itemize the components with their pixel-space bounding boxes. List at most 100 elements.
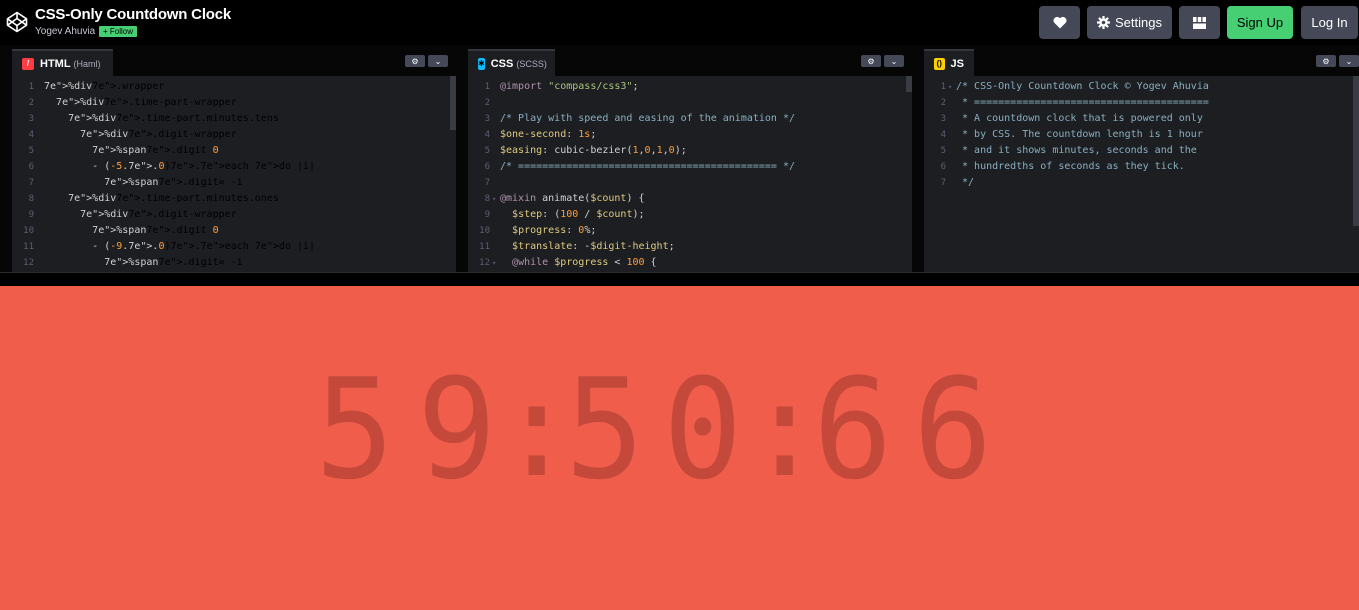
html-code-text: 7e">%span7e">.digit= -i	[104, 257, 243, 268]
js-code-text: */	[956, 177, 975, 188]
js-line-number: 5	[940, 146, 946, 156]
html-editor-panel: / HTML (Haml) ⚙ ⌄ 1 7e">%div7e">.wrapper 2…	[12, 45, 456, 272]
html-code-text: 7e">%div7e">.digit-wrapper	[80, 129, 237, 140]
js-code-line: 7 */	[924, 175, 1359, 191]
css-code-line: 10 $progress: 0%;	[468, 223, 912, 239]
editors-area: / HTML (Haml) ⚙ ⌄ 1 7e">%div7e">.wrapper 2…	[0, 45, 1359, 272]
js-line-number: 3	[940, 114, 946, 124]
log-in-button[interactable]: Log In	[1301, 6, 1358, 39]
css-code-line: 5 $easing: cubic-bezier(1,0,1,0);	[468, 143, 912, 159]
html-code-line: 8 7e">%div7e">.time-part.minutes.ones	[12, 191, 456, 207]
settings-button[interactable]: Settings	[1087, 6, 1172, 39]
html-line-number: 5	[28, 146, 34, 156]
html-code-line: 4 7e">%div7e">.digit-wrapper	[12, 127, 456, 143]
css-code-line: 2	[468, 95, 912, 111]
js-line-number: 2	[940, 98, 946, 108]
codepen-logo-icon[interactable]	[6, 11, 28, 33]
css-code-line: 1 @import "compass/css3";	[468, 79, 912, 95]
js-editor-panel: () JS ⚙ ⌄ 1 ▾ /* CSS-Only Countdown Clock …	[924, 45, 1359, 272]
js-tabbar: () JS ⚙ ⌄	[924, 45, 1359, 76]
result-resize-bar[interactable]	[0, 272, 1359, 286]
js-chevron-down-icon[interactable]: ⌄	[1339, 55, 1359, 67]
html-code-line: 3 7e">%div7e">.time-part.minutes.tens	[12, 111, 456, 127]
follow-button[interactable]: + Follow	[99, 26, 138, 37]
css-code-text: @import "compass/css3";	[500, 81, 639, 92]
css-code-text: $progress: 0%;	[512, 225, 597, 236]
html-line-number: 12	[23, 258, 34, 268]
html-line-number: 2	[28, 98, 34, 108]
html-tabbar: / HTML (Haml) ⚙ ⌄	[12, 45, 456, 76]
js-line-number: 7	[940, 178, 946, 188]
css-tabbar: ✱ CSS (SCSS) ⚙ ⌄	[468, 45, 912, 76]
left-resizer[interactable]	[0, 45, 12, 272]
seconds-tens-digit: 5	[565, 360, 641, 492]
sign-up-button[interactable]: Sign Up	[1227, 6, 1293, 39]
js-line-number: 4	[940, 130, 946, 140]
html-code-area[interactable]: 1 7e">%div7e">.wrapper 2 7e">%div7e">.time…	[12, 76, 456, 272]
css-line-number: 6	[484, 162, 490, 172]
css-line-number: 9	[484, 210, 490, 220]
css-chevron-down-icon[interactable]: ⌄	[884, 55, 904, 67]
js-scrollbar[interactable]	[1353, 76, 1359, 272]
css-code-line: 9 $step: (100 / $count);	[468, 207, 912, 223]
html-code-text: 7e">%div7e">.wrapper	[44, 81, 165, 92]
html-tab-sub: (Haml)	[73, 58, 101, 69]
html-line-number: 8	[28, 194, 34, 204]
js-tab[interactable]: () JS	[924, 49, 974, 76]
html-code-line: 9 7e">%div7e">.digit-wrapper	[12, 207, 456, 223]
css-editor-panel: ✱ CSS (SCSS) ⚙ ⌄ 1 @import "compass/css3"…	[468, 45, 912, 272]
html-code-line: 7 7e">%span7e">.digit= -i	[12, 175, 456, 191]
css-line-number: 2	[484, 98, 490, 108]
js-code-area[interactable]: 1 ▾ /* CSS-Only Countdown Clock © Yogev Ah…	[924, 76, 1359, 272]
css-code-line: 11 $translate: -$digit-height;	[468, 239, 912, 255]
html-lang-icon: /	[22, 57, 34, 70]
minutes-ones-digit: 9	[417, 349, 499, 511]
html-code-text: 7e">%div7e">.time-part.minutes.ones	[68, 193, 279, 204]
html-code-text: 7e">%span7e">.digit= -i	[104, 177, 243, 188]
middle-resizer-2[interactable]	[912, 45, 924, 272]
css-code-area[interactable]: 1 @import "compass/css3"; 2 3 /* Play with s…	[468, 76, 912, 272]
html-code-text: 7e">%span7e">.digit 0	[92, 145, 219, 156]
css-code-text: $step: (100 / $count);	[512, 209, 645, 220]
author-name[interactable]: Yogev Ahuvia	[35, 26, 95, 37]
html-code-text: - (-9.7e">.0)7e">.7e">each 7e">do |i|	[44, 241, 316, 252]
css-line-number: 10	[479, 226, 490, 236]
js-tab-label: JS	[950, 57, 964, 70]
layout-button[interactable]	[1179, 6, 1220, 39]
hundredths-ones-digit: 6	[913, 349, 995, 511]
js-code-text: * ======================================…	[956, 97, 1209, 108]
html-settings-icon[interactable]: ⚙	[405, 55, 425, 67]
html-tab-label: HTML	[40, 57, 71, 70]
html-code-line: 2 7e">%div7e">.time-part-wrapper	[12, 95, 456, 111]
html-code-text: 7e">%div7e">.time-part.minutes.tens	[68, 113, 279, 124]
fold-arrow-icon[interactable]: ▾	[492, 191, 496, 207]
html-chevron-down-icon[interactable]: ⌄	[428, 55, 448, 67]
js-code-text: * by CSS. The countdown length is 1 hour	[956, 129, 1203, 140]
js-code-line: 2 * ====================================…	[924, 95, 1359, 111]
html-line-number: 3	[28, 114, 34, 124]
css-line-number: 12	[479, 258, 490, 268]
html-code-line: 11 - (-9.7e">.0)7e">.7e">each 7e">do |i|	[12, 239, 456, 255]
css-code-text: @mixin animate($count) {	[500, 193, 645, 204]
heart-button[interactable]	[1039, 6, 1080, 39]
css-line-number: 1	[484, 82, 490, 92]
html-tab[interactable]: / HTML (Haml)	[12, 49, 113, 76]
js-settings-icon[interactable]: ⚙	[1316, 55, 1336, 67]
hundredths-tens-digit: 6	[813, 349, 895, 511]
html-code-line: 6 - (-5.7e">.0)7e">.7e">each 7e">do |i|	[12, 159, 456, 175]
html-code-line: 12 7e">%span7e">.digit= -i	[12, 255, 456, 271]
gear-icon	[1097, 16, 1110, 29]
js-line-number: 1	[940, 82, 946, 92]
seconds-tens-transition: 5	[565, 360, 641, 492]
result-preview: 5 9 : 5 0 : 6 6	[0, 286, 1359, 610]
css-tab-label: CSS	[490, 57, 514, 70]
css-line-number: 3	[484, 114, 490, 124]
html-code-text: 7e">%div7e">.digit-wrapper	[80, 209, 237, 220]
fold-arrow-icon[interactable]: ▾	[492, 255, 496, 271]
html-code-text: 7e">%span7e">.digit 0	[92, 225, 219, 236]
fold-arrow-icon[interactable]: ▾	[948, 79, 952, 95]
heart-icon	[1053, 16, 1066, 29]
css-tab[interactable]: ✱ CSS (SCSS)	[468, 49, 555, 76]
middle-resizer-1[interactable]	[456, 45, 468, 272]
css-settings-icon[interactable]: ⚙	[861, 55, 881, 67]
